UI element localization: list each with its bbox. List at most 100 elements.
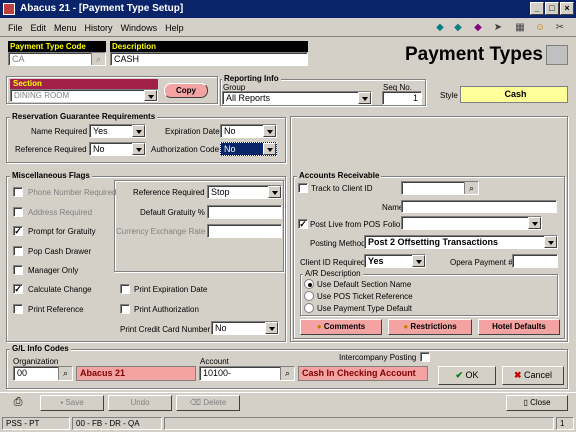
phone-number-required-label: Phone Number Required	[28, 188, 117, 197]
restrictions-button[interactable]: ● Restrictions	[388, 319, 472, 335]
prompt-for-gratuity-checkbox[interactable]: ✓	[13, 226, 23, 236]
chevron-down-icon[interactable]	[358, 92, 371, 104]
chevron-down-icon[interactable]	[544, 236, 557, 248]
misc-reference-required-select[interactable]: Stop	[207, 185, 282, 199]
menu-windows[interactable]: Windows	[117, 19, 162, 37]
expiration-date-label: Expiration Date	[165, 127, 220, 136]
status-right: 1	[556, 417, 574, 430]
radio-default-section[interactable]	[304, 279, 314, 289]
client-id-field[interactable]: ⌕	[401, 181, 479, 195]
print-authorization-label: Print Authorization	[134, 305, 199, 314]
radio-pos-ticket[interactable]	[304, 291, 314, 301]
menu-menu[interactable]: Menu	[50, 19, 81, 37]
pointer-icon[interactable]: ➤	[490, 21, 506, 35]
phone-number-required-checkbox[interactable]	[13, 187, 23, 197]
reporting-info-title: Reporting Info	[222, 74, 281, 83]
chevron-down-icon[interactable]	[412, 255, 425, 267]
account-code-value: 10100-	[203, 368, 232, 378]
comments-button[interactable]: ● Comments	[300, 319, 382, 335]
search-icon[interactable]: ⌕	[91, 53, 105, 65]
manager-only-checkbox[interactable]	[13, 265, 23, 275]
calculator-icon[interactable]: ▦	[512, 21, 528, 35]
section-select[interactable]: DINING ROOM	[10, 89, 158, 102]
menu-file[interactable]: File	[4, 19, 27, 37]
chevron-down-icon[interactable]	[263, 125, 276, 137]
person-icon[interactable]: ☺	[532, 21, 548, 35]
prev-arrow-icon[interactable]: ◆	[432, 21, 448, 35]
post-live-from-pos-checkbox[interactable]: ✓	[298, 219, 308, 229]
print-authorization-checkbox[interactable]	[120, 304, 130, 314]
client-id-required-select[interactable]: Yes	[364, 254, 426, 268]
name-required-select[interactable]: Yes	[89, 124, 146, 138]
group-select[interactable]: All Reports	[222, 91, 372, 105]
chevron-down-icon[interactable]	[144, 90, 157, 101]
posting-method-select[interactable]: Post 2 Offsetting Transactions	[364, 235, 558, 249]
description-field[interactable]: CASH	[110, 52, 308, 66]
opera-payment-field[interactable]	[512, 254, 558, 268]
account-label: Account	[200, 357, 229, 366]
close-window-button[interactable]: ×	[560, 2, 574, 15]
save-button[interactable]: ▪ Save	[40, 395, 104, 411]
seq-no-field[interactable]: 1	[382, 91, 422, 105]
print-reference-checkbox[interactable]	[13, 304, 23, 314]
track-to-client-id-checkbox[interactable]	[298, 183, 308, 193]
menu-edit[interactable]: Edit	[27, 19, 51, 37]
chevron-down-icon[interactable]	[132, 125, 145, 137]
maximize-button[interactable]: □	[545, 2, 559, 15]
radio-payment-type-default[interactable]	[304, 303, 314, 313]
gem-icon[interactable]: ◆	[470, 21, 486, 35]
payment-type-code-value: CA	[12, 54, 25, 64]
search-icon[interactable]: ⌕	[280, 367, 294, 380]
calculate-change-label: Calculate Change	[28, 285, 92, 294]
print-expiration-date-checkbox[interactable]	[120, 284, 130, 294]
organization-code-field[interactable]: 00 ⌕	[13, 366, 73, 381]
search-icon[interactable]: ⌕	[464, 182, 478, 194]
status-middle: 00 - FB - DR - QA	[72, 417, 162, 430]
print-credit-card-number-label: Print Credit Card Number	[120, 325, 211, 334]
copy-button[interactable]: Copy	[164, 83, 208, 98]
pop-cash-drawer-checkbox[interactable]	[13, 246, 23, 256]
chevron-down-icon[interactable]	[263, 143, 276, 155]
minimize-button[interactable]: _	[530, 2, 544, 15]
client-name-field[interactable]	[401, 200, 557, 213]
print-credit-card-number-select[interactable]: No	[211, 321, 279, 335]
misc-flags-title: Miscellaneous Flags	[10, 171, 92, 180]
chevron-down-icon[interactable]	[132, 143, 145, 155]
chevron-down-icon[interactable]	[265, 322, 278, 334]
next-arrow-icon[interactable]: ◆	[450, 21, 466, 35]
delete-label: Delete	[203, 398, 227, 407]
hotel-defaults-button[interactable]: Hotel Defaults	[478, 319, 560, 335]
pop-cash-drawer-label: Pop Cash Drawer	[28, 247, 92, 256]
tools-icon[interactable]: ✂	[552, 21, 568, 35]
payment-type-code-field[interactable]: CA ⌕	[8, 52, 106, 66]
menu-history[interactable]: History	[81, 19, 117, 37]
description-label: Description	[110, 41, 308, 52]
undo-button[interactable]: Undo	[108, 395, 172, 411]
default-gratuity-field[interactable]	[207, 205, 282, 219]
authorization-code-select[interactable]: No	[220, 142, 277, 156]
folio-label: Folio	[383, 220, 401, 229]
ar-description-title: A/R Description	[303, 269, 363, 278]
reference-required-select[interactable]: No	[89, 142, 146, 156]
account-code-field[interactable]: 10100- ⌕	[199, 366, 295, 381]
close-button[interactable]: ▯ Close	[506, 395, 568, 411]
radio-payment-type-default-label: Use Payment Type Default	[317, 304, 413, 313]
printer-icon[interactable]: ⎙	[10, 394, 26, 410]
menu-help[interactable]: Help	[161, 19, 188, 37]
folio-select[interactable]	[401, 216, 542, 230]
delete-button[interactable]: ⌫ Delete	[176, 395, 240, 411]
expiration-date-select[interactable]: No	[220, 124, 277, 138]
ok-button[interactable]: ✔ OK	[438, 366, 496, 385]
address-required-checkbox[interactable]	[13, 207, 23, 217]
search-icon[interactable]: ⌕	[58, 367, 72, 380]
intercompany-posting-checkbox[interactable]	[420, 352, 430, 362]
chevron-down-icon[interactable]	[268, 186, 281, 198]
style-value[interactable]: Cash	[460, 86, 568, 103]
cancel-button[interactable]: ✖ Cancel	[502, 366, 564, 385]
opera-payment-label: Opera Payment #	[450, 258, 513, 267]
account-name: Cash In Checking Account	[298, 366, 428, 381]
comments-label: Comments	[323, 322, 366, 331]
chevron-down-icon[interactable]	[528, 217, 541, 229]
currency-exchange-rate-field[interactable]	[207, 224, 282, 238]
calculate-change-checkbox[interactable]: ✓	[13, 284, 23, 294]
